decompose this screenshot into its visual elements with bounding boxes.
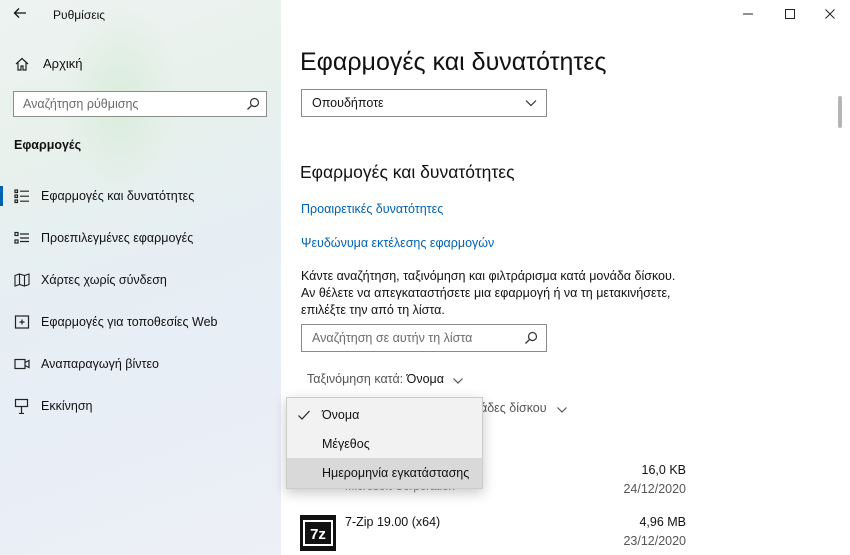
chevron-down-icon bbox=[524, 96, 538, 110]
menu-item-label: Μέγεθος bbox=[322, 437, 370, 451]
maximize-button[interactable] bbox=[770, 4, 810, 24]
sidebar-item-label: Εφαρμογές για τοποθεσίες Web bbox=[41, 315, 218, 329]
app-icon-text: 7z bbox=[310, 526, 326, 543]
home-label: Αρχική bbox=[43, 56, 83, 71]
app-install-date: 23/12/2020 bbox=[623, 534, 686, 548]
sidebar-item-home[interactable]: Αρχική bbox=[0, 50, 281, 78]
sort-by-control[interactable]: Ταξινόμηση κατά: Όνομα bbox=[307, 372, 464, 386]
window-title: Ρυθμίσεις bbox=[53, 8, 106, 22]
settings-search-box[interactable] bbox=[13, 91, 267, 117]
default-apps-icon bbox=[14, 230, 30, 246]
menu-item-label: Όνομα bbox=[322, 408, 360, 422]
back-arrow-icon[interactable] bbox=[12, 5, 30, 23]
web-apps-icon bbox=[14, 314, 30, 330]
install-source-dropdown[interactable]: Οπουδήποτε bbox=[301, 89, 547, 117]
sort-option-name[interactable]: Όνομα bbox=[287, 400, 482, 430]
app-list-item[interactable]: 7z 7-Zip 19.00 (x64) 4,96 MB 23/12/2020 bbox=[300, 513, 690, 555]
section-title: Εφαρμογές και δυνατότητες bbox=[300, 162, 515, 182]
search-icon[interactable] bbox=[246, 97, 260, 111]
sort-label: Ταξινόμηση κατά: bbox=[307, 372, 404, 386]
app-size: 16,0 KB bbox=[641, 463, 686, 477]
chevron-down-icon bbox=[556, 404, 568, 414]
sort-menu-popup: Όνομα Μέγεθος Ημερομηνία εγκατάστασης bbox=[286, 397, 483, 489]
startup-icon bbox=[14, 398, 30, 415]
sort-option-install-date[interactable]: Ημερομηνία εγκατάστασης bbox=[287, 458, 482, 488]
sidebar-item-video-playback[interactable]: Αναπαραγωγή βίντεο bbox=[0, 349, 281, 379]
app-name: 7-Zip 19.00 (x64) bbox=[345, 515, 441, 529]
description-line: Αν θέλετε να απεγκαταστήσετε μια εφαρμογ… bbox=[301, 286, 671, 300]
install-source-value: Οπουδήποτε bbox=[312, 96, 384, 110]
menu-item-label: Ημερομηνία εγκατάστασης bbox=[322, 466, 470, 480]
sidebar-item-startup[interactable]: Εκκίνηση bbox=[0, 391, 281, 421]
app-install-date: 24/12/2020 bbox=[623, 482, 686, 496]
app-size: 4,96 MB bbox=[639, 515, 686, 529]
section-label: Εφαρμογές bbox=[14, 138, 82, 152]
checkmark-icon bbox=[297, 408, 311, 422]
minimize-button[interactable] bbox=[728, 4, 768, 24]
sidebar-item-label: Εφαρμογές και δυνατότητες bbox=[41, 189, 195, 203]
optional-features-link[interactable]: Προαιρετικές δυνατότητες bbox=[301, 202, 443, 216]
description-line: επιλέξτε την από τη λίστα. bbox=[301, 303, 445, 317]
search-icon[interactable] bbox=[524, 331, 538, 345]
page-title: Εφαρμογές και δυνατότητες bbox=[300, 48, 607, 76]
sidebar-item-label: Χάρτες χωρίς σύνδεση bbox=[41, 273, 167, 287]
chevron-down-icon bbox=[452, 375, 464, 385]
sort-value: Όνομα bbox=[406, 372, 444, 386]
sidebar-item-offline-maps[interactable]: Χάρτες χωρίς σύνδεση bbox=[0, 265, 281, 295]
close-button[interactable] bbox=[810, 4, 850, 24]
sidebar-item-default-apps[interactable]: Προεπιλεγμένες εφαρμογές bbox=[0, 223, 281, 253]
filter-by-drive-control[interactable]: άδες δίσκου bbox=[480, 401, 568, 415]
map-icon bbox=[14, 272, 30, 288]
sidebar-item-apps-features[interactable]: Εφαρμογές και δυνατότητες bbox=[0, 181, 281, 211]
sidebar-item-web-apps[interactable]: Εφαρμογές για τοποθεσίες Web bbox=[0, 307, 281, 337]
sidebar-item-label: Εκκίνηση bbox=[41, 399, 93, 413]
app-execution-aliases-link[interactable]: Ψευδώνυμα εκτέλεσης εφαρμογών bbox=[301, 236, 494, 250]
sidebar-item-label: Προεπιλεγμένες εφαρμογές bbox=[41, 231, 194, 245]
description-text: Κάντε αναζήτηση, ταξινόμηση και φιλτράρι… bbox=[301, 268, 721, 319]
sidebar-item-label: Αναπαραγωγή βίντεο bbox=[41, 357, 159, 371]
home-icon bbox=[14, 56, 30, 72]
filter-label: άδες δίσκου bbox=[480, 401, 547, 415]
sort-option-size[interactable]: Μέγεθος bbox=[287, 429, 482, 459]
app-list-search-box[interactable] bbox=[301, 324, 547, 352]
settings-search-input[interactable] bbox=[14, 92, 234, 116]
apps-list-icon bbox=[14, 188, 30, 204]
app-list-search-input[interactable] bbox=[302, 325, 512, 350]
7zip-app-icon: 7z bbox=[300, 515, 336, 551]
description-line: Κάντε αναζήτηση, ταξινόμηση και φιλτράρι… bbox=[301, 269, 676, 283]
sidebar: Ρυθμίσεις Αρχική Εφαρμογές Εφαρμογές και… bbox=[0, 0, 281, 555]
video-icon bbox=[14, 356, 30, 372]
scrollbar-thumb[interactable] bbox=[838, 96, 842, 128]
